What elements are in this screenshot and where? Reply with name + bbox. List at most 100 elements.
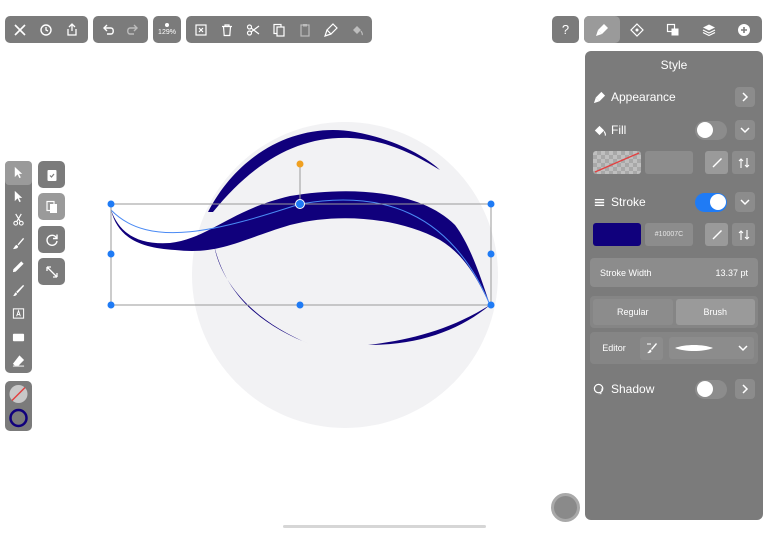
chevron-right-icon [742,384,749,394]
pencil-tool[interactable] [5,279,32,303]
history-icon [40,23,52,36]
stroke-toggle[interactable] [695,192,727,212]
history-button[interactable] [33,16,59,43]
rotate-button[interactable] [38,226,65,253]
copy-button[interactable] [266,16,292,43]
shadow-label: Shadow [611,382,655,396]
tab-path-operations[interactable] [655,16,691,43]
style-brush-icon [595,23,608,36]
close-icon [14,23,26,36]
fill-eyedropper-button[interactable] [705,151,728,174]
appearance-label: Appearance [611,90,676,104]
brush-edit-icon [646,343,657,354]
duplicate-icon [45,200,57,213]
copy-icon [273,23,285,37]
swap-icon [738,229,749,240]
paste-style-icon [324,22,338,37]
style-panel: Style Appearance Fill Stroke #10007C Str… [585,51,763,520]
rectangle-tool-icon [12,333,25,341]
pen-tool[interactable] [5,255,32,279]
cut-button[interactable] [240,16,266,43]
rectangle-tool[interactable] [5,326,32,350]
tab-add[interactable] [726,16,762,43]
selection-tool[interactable] [5,161,32,185]
chevron-down-icon [740,199,750,206]
tab-layers[interactable] [691,16,727,43]
rotate-handle[interactable] [296,160,304,168]
stroke-row: Stroke [593,191,755,213]
history-toolbar-group [93,16,148,43]
brush-profile-select[interactable] [669,337,754,359]
shadow-row: Shadow [593,378,755,400]
text-tool[interactable] [5,302,32,326]
text-tool-icon [12,308,25,319]
tab-style[interactable] [584,16,620,43]
clipboard-check-icon [47,169,56,181]
fill-toggle[interactable] [695,120,727,140]
edit-toolbar-group [186,16,372,43]
undo-button[interactable] [95,16,121,43]
brush-editor-button[interactable] [640,336,663,360]
stroke-hex-field[interactable]: #10007C [645,223,693,246]
zoom-toolbar-group: 129% [153,16,181,43]
fill-color-swatch[interactable] [593,151,641,174]
inspector-tabs [584,16,762,43]
paste-button[interactable] [292,16,318,43]
help-button[interactable]: ? [552,16,579,43]
stroke-mode-brush[interactable]: Brush [675,299,755,325]
share-button[interactable] [59,16,85,43]
scissors-tool-icon [13,213,24,226]
quick-action-button[interactable] [551,493,580,522]
close-button[interactable] [7,16,33,43]
pencil-icon [12,284,25,296]
paste-style-button[interactable] [318,16,344,43]
stroke-mode-regular[interactable]: Regular [593,299,673,325]
shadow-toggle[interactable] [695,379,727,399]
duplicate-button[interactable] [38,193,65,220]
add-icon [738,23,751,36]
shadow-expand-button[interactable] [735,379,755,399]
brush-tool[interactable] [5,232,32,256]
fill-swap-button[interactable] [732,151,755,174]
appearance-row[interactable]: Appearance [593,86,755,108]
eraser-tool[interactable] [5,349,32,373]
stroke-width-slider[interactable]: Stroke Width 13.37 pt [590,258,758,287]
scissors-tool[interactable] [5,208,32,232]
stroke-color-swatch[interactable] [593,223,641,246]
direct-select-icon [14,190,23,202]
scissors-icon [246,23,260,36]
home-indicator [283,525,486,528]
zoom-indicator-dot [165,23,169,27]
direct-select-tool[interactable] [5,185,32,209]
fill-expand-button[interactable] [735,120,755,140]
scale-button[interactable] [38,258,65,285]
fill-style-icon [353,25,364,35]
fill-swatch-row [593,148,755,177]
stroke-label: Stroke [611,195,646,209]
stroke-expand-button[interactable] [735,192,755,212]
shadow-icon [593,382,607,396]
stroke-swap-button[interactable] [732,223,755,246]
deselect-button[interactable] [188,16,214,43]
fill-bucket-icon [593,123,607,137]
tab-arrange[interactable] [620,16,656,43]
path-ops-icon [666,23,679,35]
delete-button[interactable] [214,16,240,43]
stroke-width-value: 13.37 pt [715,267,748,278]
brush-profile-preview [675,345,713,351]
tools-toolbar [5,161,32,373]
appearance-brush-icon [593,90,607,104]
color-swatches[interactable] [5,381,32,431]
editor-label: Editor [602,343,626,353]
fill-style-button[interactable] [344,16,370,43]
select-same-button[interactable] [38,161,65,188]
appearance-expand-button[interactable] [735,87,755,107]
redo-icon [127,24,139,35]
layers-icon [702,24,715,36]
zoom-button[interactable]: 129% [155,16,179,43]
fill-hex-field[interactable] [645,151,693,174]
eyedropper-icon [712,157,722,167]
redo-button[interactable] [121,16,147,43]
fill-label: Fill [611,123,627,137]
stroke-eyedropper-button[interactable] [705,223,728,246]
